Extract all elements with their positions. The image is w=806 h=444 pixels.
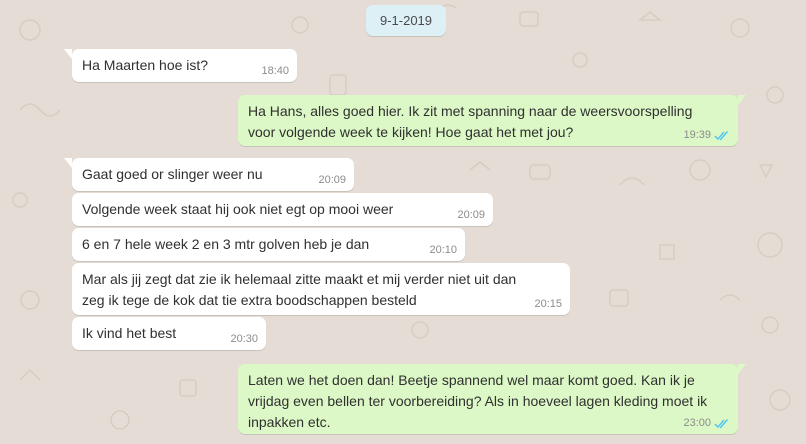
- message-bubble-incoming[interactable]: 6 en 7 hele week 2 en 3 mtr golven heb j…: [72, 228, 465, 261]
- message-meta: 20:15: [534, 298, 562, 310]
- double-check-icon: [714, 130, 729, 141]
- message-time: 23:00: [683, 417, 711, 429]
- message-time: 20:09: [318, 174, 346, 186]
- date-separator: 9-1-2019: [366, 5, 446, 36]
- message-meta: 20:09: [318, 174, 346, 186]
- message-time: 20:09: [457, 209, 485, 221]
- message-meta: 19:39: [683, 129, 730, 141]
- date-label: 9-1-2019: [379, 13, 433, 28]
- bubble-tail: [738, 95, 746, 105]
- message-time: 20:15: [534, 298, 562, 310]
- message-bubble-outgoing[interactable]: Laten we het doen dan! Beetje spannend w…: [238, 364, 746, 434]
- message-time: 20:10: [429, 244, 457, 256]
- bubble-tail: [64, 49, 72, 59]
- bubble-tail: [64, 158, 72, 168]
- message-text: Mar als jij zegt dat zie ik helemaal zit…: [82, 271, 517, 287]
- message-text: voor volgende week te kijken! Hoe gaat h…: [248, 124, 574, 140]
- message-bubble-incoming[interactable]: Ha Maarten hoe ist? 18:40: [64, 49, 297, 82]
- message-text: Volgende week staat hij ook niet egt op …: [82, 201, 394, 217]
- message-bubble-incoming[interactable]: Gaat goed or slinger weer nu 20:09: [64, 158, 354, 191]
- message-time: 19:39: [683, 129, 711, 141]
- message-bubble-incoming[interactable]: Ik vind het best 20:30: [72, 317, 266, 350]
- message-text: zeg ik tege de kok dat tie extra boodsch…: [82, 292, 417, 308]
- message-text: Ha Hans, alles goed hier. Ik zit met spa…: [248, 103, 693, 119]
- message-bubble-incoming[interactable]: Volgende week staat hij ook niet egt op …: [72, 193, 493, 226]
- message-bubble-incoming[interactable]: Mar als jij zegt dat zie ik helemaal zit…: [72, 263, 570, 315]
- message-time: 20:30: [230, 333, 258, 345]
- double-check-icon: [714, 418, 729, 429]
- message-bubble-outgoing[interactable]: Ha Hans, alles goed hier. Ik zit met spa…: [238, 95, 746, 146]
- bubble-tail: [738, 364, 746, 374]
- message-meta: 23:00: [683, 417, 730, 429]
- message-meta: 18:40: [261, 65, 289, 77]
- message-text: vrijdag even bellen ter voorbereiding? A…: [248, 393, 708, 409]
- message-meta: 20:09: [457, 209, 485, 221]
- message-time: 18:40: [261, 65, 289, 77]
- message-text: 6 en 7 hele week 2 en 3 mtr golven heb j…: [82, 236, 370, 252]
- message-meta: 20:10: [429, 244, 457, 256]
- message-text: Laten we het doen dan! Beetje spannend w…: [248, 372, 695, 388]
- message-meta: 20:30: [230, 333, 258, 345]
- message-text: inpakken etc.: [248, 414, 331, 430]
- message-text: Gaat goed or slinger weer nu: [82, 166, 263, 182]
